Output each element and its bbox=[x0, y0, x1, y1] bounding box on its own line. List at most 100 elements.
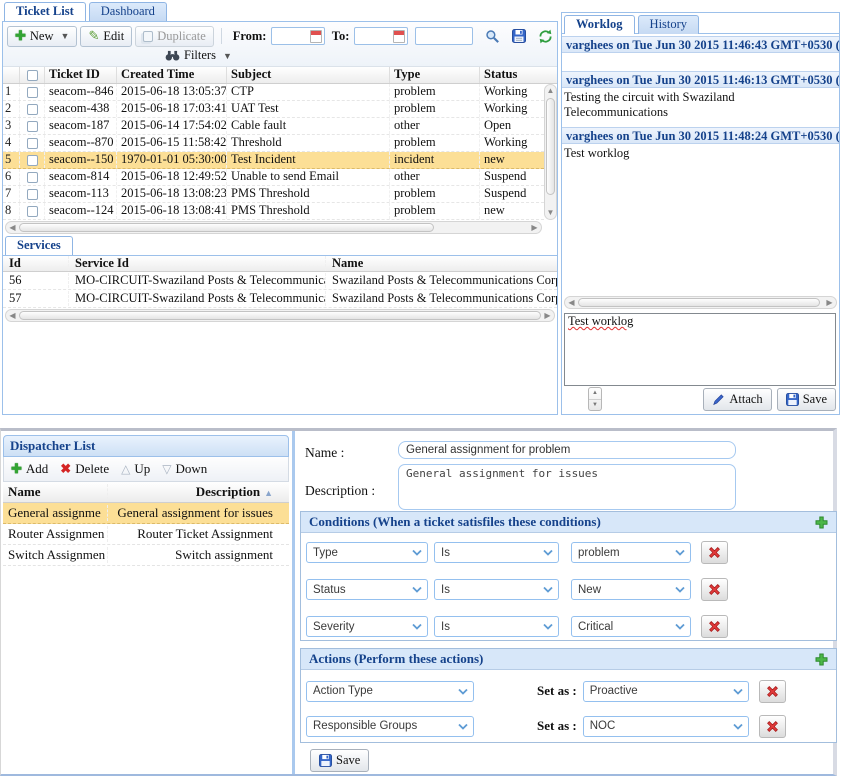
chevron-down-icon[interactable] bbox=[730, 688, 746, 695]
delete-condition-button[interactable] bbox=[701, 615, 728, 638]
spinner-down-icon[interactable]: ▼ bbox=[589, 400, 601, 411]
chevron-down-icon[interactable] bbox=[455, 723, 471, 730]
condition-value-select[interactable]: Critical bbox=[571, 616, 691, 637]
calendar-icon[interactable] bbox=[310, 30, 322, 43]
dispatcher-row[interactable]: Switch Assignmen Switch assignment bbox=[3, 545, 289, 566]
condition-operator-select[interactable]: Is bbox=[434, 542, 559, 563]
ticket-row[interactable]: 2 seacom-438 2015-06-18 17:03:41 UAT Tes… bbox=[3, 101, 544, 118]
chevron-down-icon[interactable] bbox=[672, 549, 688, 556]
column-header-status[interactable]: Status bbox=[480, 67, 557, 83]
dispatcher-row[interactable]: Router Assignmen Router Ticket Assignmen… bbox=[3, 524, 289, 545]
dispatcher-row[interactable]: General assignme General assignment for … bbox=[3, 503, 289, 524]
chevron-down-icon[interactable] bbox=[540, 549, 556, 556]
service-row[interactable]: 56 MO-CIRCUIT-Swaziland Posts & Telecomm… bbox=[3, 272, 557, 290]
column-header-type[interactable]: Type bbox=[390, 67, 480, 83]
delete-action-button[interactable] bbox=[759, 680, 786, 703]
name-field[interactable] bbox=[398, 441, 736, 459]
vertical-scrollbar[interactable]: ▲ ▼ bbox=[544, 84, 557, 220]
worklog-text-input[interactable]: Test worklog bbox=[564, 313, 836, 386]
action-field-select[interactable]: Responsible Groups bbox=[306, 716, 474, 737]
down-button[interactable]: ▽ Down bbox=[162, 461, 207, 477]
scrollbar-thumb[interactable] bbox=[578, 298, 820, 307]
row-checkbox[interactable] bbox=[27, 87, 38, 98]
quantity-stepper[interactable]: ▲ ▼ bbox=[588, 387, 602, 411]
select-all-checkbox[interactable] bbox=[27, 70, 38, 81]
ticket-row[interactable]: 6 seacom-814 2015-06-18 12:49:52 Unable … bbox=[3, 169, 544, 186]
search-text-input[interactable] bbox=[415, 27, 473, 45]
row-checkbox-cell[interactable] bbox=[20, 101, 45, 117]
add-action-button[interactable] bbox=[815, 653, 828, 666]
add-button[interactable]: ✚ Add bbox=[11, 461, 48, 477]
scroll-right-arrow-icon[interactable]: ▶ bbox=[528, 222, 541, 233]
chevron-down-icon[interactable] bbox=[455, 688, 471, 695]
scroll-right-arrow-icon[interactable]: ▶ bbox=[823, 297, 836, 308]
column-header-description[interactable]: Description▲ bbox=[108, 484, 278, 500]
ticket-row[interactable]: 5 seacom--150 1970-01-01 05:30:00 Test I… bbox=[3, 152, 544, 169]
chevron-down-icon[interactable] bbox=[540, 623, 556, 630]
scroll-left-arrow-icon[interactable]: ◀ bbox=[6, 310, 19, 321]
edit-button[interactable]: ✎ Edit bbox=[80, 26, 132, 47]
to-date-input[interactable] bbox=[354, 27, 407, 45]
tab-worklog[interactable]: Worklog bbox=[564, 15, 635, 34]
condition-operator-select[interactable]: Is bbox=[434, 616, 559, 637]
scrollbar-thumb[interactable] bbox=[19, 223, 434, 232]
row-checkbox-cell[interactable] bbox=[20, 152, 45, 168]
tab-dashboard[interactable]: Dashboard bbox=[89, 2, 167, 21]
row-checkbox[interactable] bbox=[27, 138, 38, 149]
form-save-button[interactable]: Save bbox=[310, 749, 369, 772]
up-button[interactable]: △ Up bbox=[121, 461, 150, 477]
row-checkbox-cell[interactable] bbox=[20, 169, 45, 185]
chevron-down-icon[interactable] bbox=[409, 586, 425, 593]
spinner-up-icon[interactable]: ▲ bbox=[589, 388, 601, 400]
horizontal-scrollbar[interactable]: ◀ ▶ bbox=[5, 309, 555, 322]
column-header-ticket-id[interactable]: Ticket ID bbox=[45, 67, 117, 83]
row-checkbox[interactable] bbox=[27, 104, 38, 115]
delete-action-button[interactable] bbox=[759, 715, 786, 738]
add-condition-button[interactable] bbox=[815, 516, 828, 529]
row-checkbox-cell[interactable] bbox=[20, 84, 45, 100]
column-header-name[interactable]: Name bbox=[3, 484, 108, 500]
search-icon[interactable] bbox=[485, 29, 500, 44]
tab-history[interactable]: History bbox=[638, 15, 700, 34]
column-header-service-id[interactable]: Service Id bbox=[68, 256, 326, 271]
row-checkbox[interactable] bbox=[27, 189, 38, 200]
save-icon[interactable] bbox=[512, 29, 526, 43]
tab-services[interactable]: Services bbox=[5, 236, 73, 255]
column-header-created-time[interactable]: Created Time bbox=[117, 67, 227, 83]
horizontal-scrollbar[interactable]: ◀ ▶ bbox=[5, 221, 542, 234]
horizontal-scrollbar[interactable]: ◀ ▶ bbox=[564, 296, 837, 309]
condition-field-select[interactable]: Status bbox=[306, 579, 428, 600]
scroll-down-arrow-icon[interactable]: ▼ bbox=[545, 207, 556, 219]
chevron-down-icon[interactable] bbox=[540, 586, 556, 593]
row-checkbox-cell[interactable] bbox=[20, 186, 45, 202]
scroll-left-arrow-icon[interactable]: ◀ bbox=[6, 222, 19, 233]
row-checkbox-cell[interactable] bbox=[20, 118, 45, 134]
filters-button[interactable]: Filters ▼ bbox=[165, 48, 232, 63]
select-all-checkbox-cell[interactable] bbox=[20, 67, 45, 83]
ticket-row[interactable]: 7 seacom-113 2015-06-18 13:08:23 PMS Thr… bbox=[3, 186, 544, 203]
scrollbar-thumb[interactable] bbox=[546, 98, 555, 195]
scroll-left-arrow-icon[interactable]: ◀ bbox=[565, 297, 578, 308]
service-row[interactable]: 57 MO-CIRCUIT-Swaziland Posts & Telecomm… bbox=[3, 290, 557, 308]
chevron-down-icon[interactable] bbox=[672, 623, 688, 630]
condition-field-select[interactable]: Severity bbox=[306, 616, 428, 637]
column-header-subject[interactable]: Subject bbox=[227, 67, 390, 83]
row-checkbox[interactable] bbox=[27, 206, 38, 217]
refresh-icon[interactable] bbox=[538, 29, 553, 44]
worklog-entry-header[interactable]: varghees on Tue Jun 30 2015 11:48:24 GMT… bbox=[562, 127, 839, 144]
delete-condition-button[interactable] bbox=[701, 541, 728, 564]
tab-ticket-list[interactable]: Ticket List bbox=[4, 2, 86, 21]
ticket-row[interactable]: 8 seacom--124 2015-06-18 13:08:41 PMS Th… bbox=[3, 203, 544, 220]
description-field[interactable]: General assignment for issues bbox=[398, 464, 736, 510]
attach-button[interactable]: Attach bbox=[703, 388, 771, 411]
duplicate-button[interactable]: Duplicate bbox=[135, 26, 214, 47]
column-header-id[interactable]: Id bbox=[3, 256, 68, 271]
ticket-row[interactable]: 3 seacom-187 2015-06-14 17:54:02 Cable f… bbox=[3, 118, 544, 135]
row-checkbox-cell[interactable] bbox=[20, 203, 45, 219]
chevron-down-icon[interactable] bbox=[409, 623, 425, 630]
scroll-right-arrow-icon[interactable]: ▶ bbox=[541, 310, 554, 321]
delete-condition-button[interactable] bbox=[701, 578, 728, 601]
chevron-down-icon[interactable] bbox=[409, 549, 425, 556]
scroll-up-arrow-icon[interactable]: ▲ bbox=[545, 85, 556, 97]
condition-value-select[interactable]: problem bbox=[571, 542, 691, 563]
